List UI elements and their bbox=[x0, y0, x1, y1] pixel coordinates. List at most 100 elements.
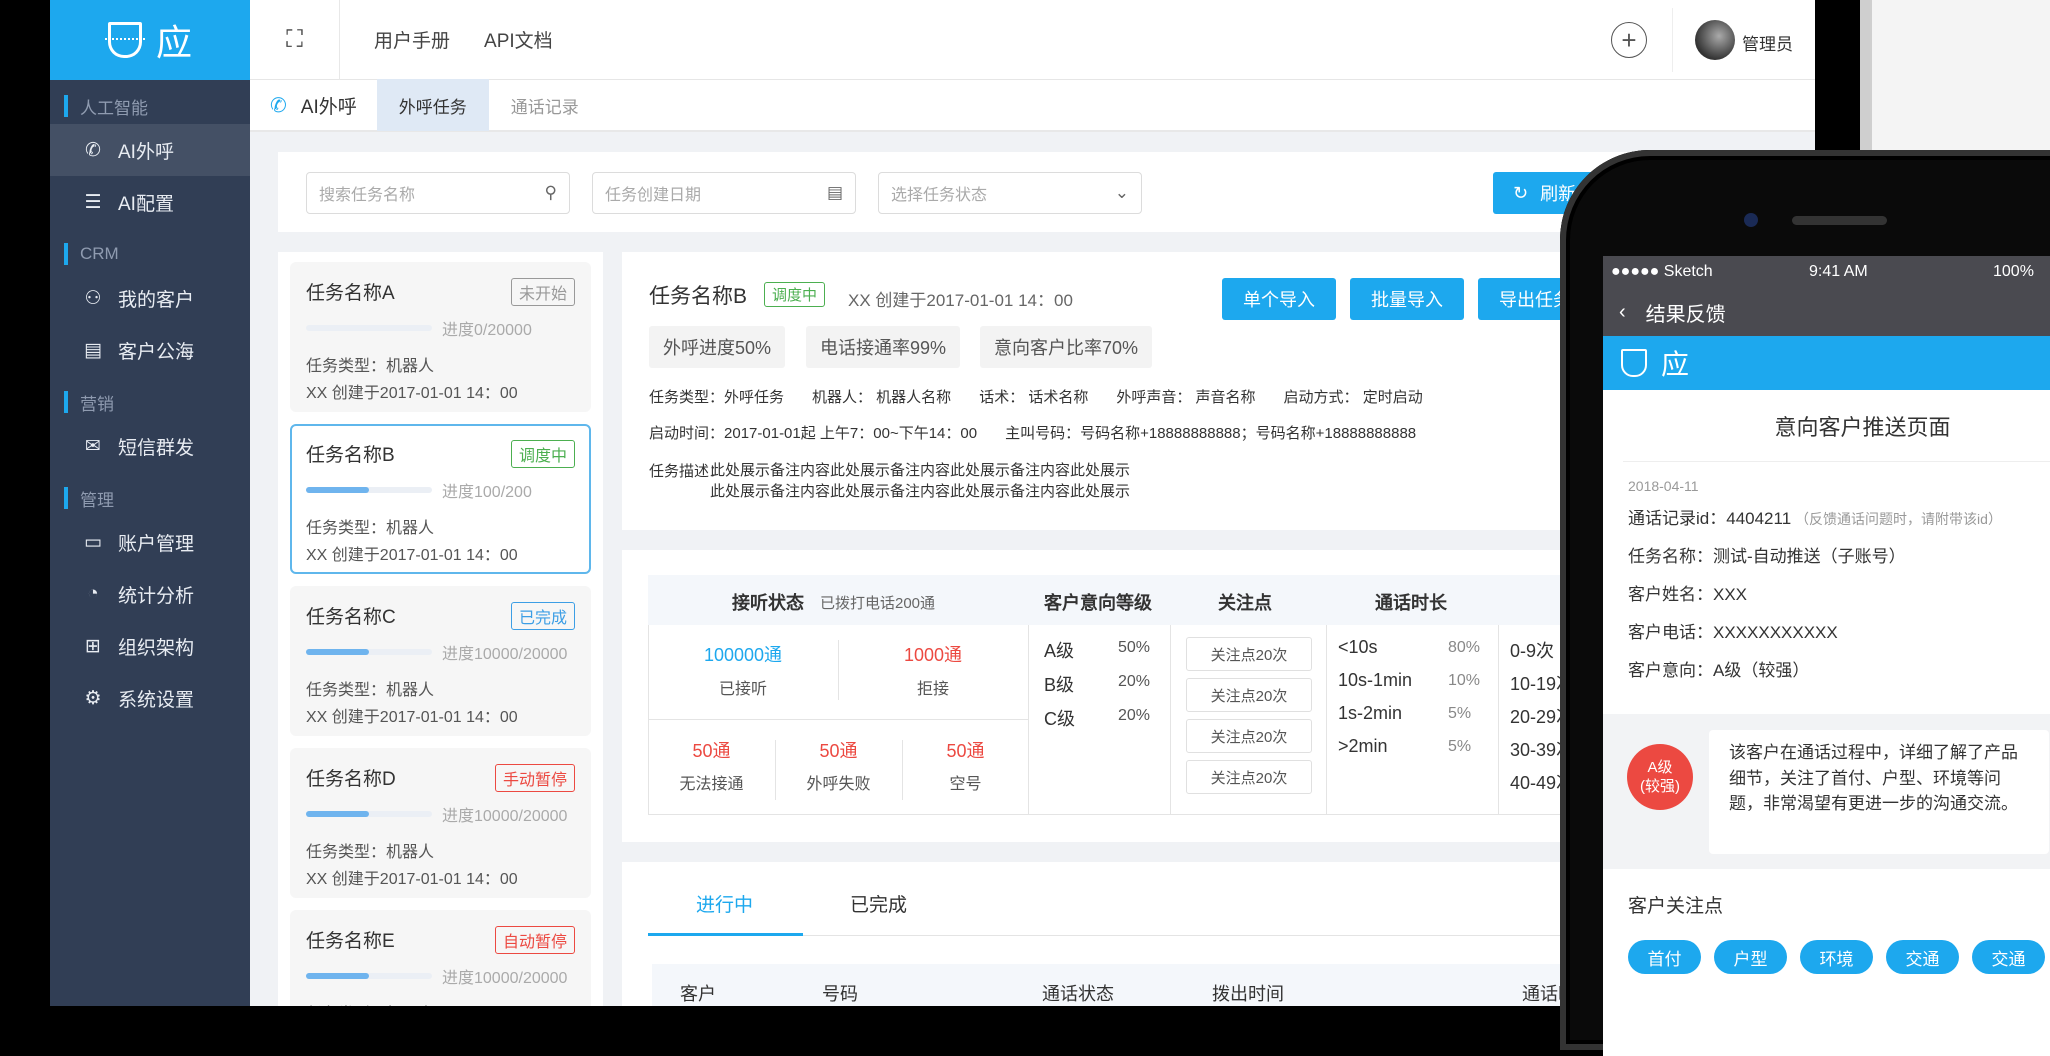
list-icon: ▤ bbox=[84, 339, 102, 361]
carrier: ●●●●● Sketch bbox=[1611, 263, 1713, 280]
api-docs-link[interactable]: API文档 bbox=[484, 26, 553, 53]
rounds-range: 0-9次 bbox=[1510, 641, 1555, 661]
search-input[interactable]: 搜索任务名称 ⚲ bbox=[306, 172, 570, 214]
duration-range: >2min bbox=[1338, 736, 1388, 756]
logo[interactable]: 应 bbox=[50, 0, 250, 80]
camera-icon bbox=[1744, 213, 1758, 227]
speaker-icon bbox=[1792, 216, 1887, 225]
sidebar-item[interactable]: ✉ 短信群发 bbox=[50, 420, 250, 472]
divider bbox=[1498, 625, 1499, 815]
column-header[interactable]: 拨出时间 bbox=[1212, 980, 1284, 1006]
detail-status-badge: 调度中 bbox=[764, 282, 826, 307]
info-row: 任务名称：测试-自动推送（子账号） bbox=[1628, 542, 2050, 567]
status-select[interactable]: 选择任务状态 ⌄ bbox=[878, 172, 1142, 214]
info-value: 测试-自动推送（子账号） bbox=[1713, 547, 1906, 566]
tab-outbound-tasks[interactable]: 外呼任务 bbox=[376, 79, 489, 131]
date-input[interactable]: 任务创建日期 ▤ bbox=[592, 172, 856, 214]
description-line: 此处展示备注内容此处展示备注内容此处展示备注内容此处展示 bbox=[710, 483, 1131, 500]
progress-bar bbox=[306, 811, 432, 817]
answer-label: 已接听 bbox=[718, 681, 767, 698]
info-value: XXX bbox=[1713, 585, 1748, 604]
focus-chip[interactable]: 交通 bbox=[1886, 940, 1959, 974]
info-label: 客户姓名： bbox=[1628, 585, 1713, 604]
focus-chip[interactable]: 首付 bbox=[1628, 940, 1701, 974]
phone-nav-bar: ‹ 结果反馈 bbox=[1603, 288, 2050, 336]
task-status-badge: 自动暂停 bbox=[494, 926, 575, 954]
back-icon[interactable]: ‹ bbox=[1619, 301, 1626, 324]
fullscreen-icon[interactable]: ⛶ bbox=[250, 0, 340, 80]
answer-label: 无法接通 bbox=[679, 776, 744, 793]
focus-point-button[interactable]: 关注点20次 bbox=[1186, 678, 1312, 712]
sidebar-item[interactable]: ⊞ 组织架构 bbox=[50, 620, 250, 672]
summary-text: 该客户在通话过程中，详细了解了产品细节，关注了首付、户型、环境等问题，非常渴望有… bbox=[1709, 730, 2049, 854]
task-card[interactable]: 任务名称E自动暂停进度10000/20000任务类型：机器人XX 创建于2017… bbox=[290, 910, 591, 1006]
sidebar-item[interactable]: ✆ AI外呼 bbox=[50, 124, 250, 176]
task-type: 任务类型：外呼任务 bbox=[649, 389, 785, 406]
progress-text: 进度100/200 bbox=[442, 484, 532, 501]
focus-point-button[interactable]: 关注点20次 bbox=[1186, 760, 1312, 794]
progress-fill bbox=[306, 649, 369, 655]
answer-count: 50通 bbox=[946, 741, 985, 761]
progress-fill bbox=[306, 487, 369, 493]
sidebar-item[interactable]: ▤ 客户公海 bbox=[50, 324, 250, 376]
focus-point-button[interactable]: 关注点20次 bbox=[1186, 719, 1312, 753]
focus-point-button[interactable]: 关注点20次 bbox=[1186, 637, 1312, 671]
task-type: 任务类型：机器人 bbox=[306, 358, 435, 375]
sidebar-item[interactable]: ◔ 统计分析 bbox=[50, 568, 250, 620]
gear-icon: ⚙ bbox=[84, 687, 102, 709]
module-title: ✆ AI外呼 bbox=[250, 79, 377, 131]
search-placeholder: 搜索任务名称 bbox=[319, 187, 416, 204]
level-line: A级 bbox=[1647, 758, 1673, 776]
task-card[interactable]: 任务名称B 调度中 进度100/200 任务类型：机器人 XX 创建于2017-01-0… bbox=[290, 424, 591, 574]
info-note: （反馈通话问题时，请附带该id） bbox=[1791, 511, 2002, 527]
start-mode: 启动方式： 定时启动 bbox=[1283, 389, 1423, 406]
user-name[interactable]: 管理员 bbox=[1742, 30, 1793, 55]
info-row: 客户姓名：XXX bbox=[1628, 580, 2050, 605]
sidebar-item-label: 系统设置 bbox=[118, 689, 195, 711]
mail-icon: ✉ bbox=[85, 435, 101, 457]
search-icon: ⚲ bbox=[544, 183, 557, 202]
progress-text: 进度10000/20000 bbox=[442, 646, 568, 663]
task-card[interactable]: 任务名称C 已完成 进度10000/20000 任务类型：机器人 XX 创建于2017-… bbox=[290, 586, 591, 736]
logo-mark-icon bbox=[104, 22, 145, 58]
column-header[interactable]: 号码 bbox=[822, 980, 858, 1006]
logo-text: 应 bbox=[155, 22, 192, 63]
detail-row-info: 任务类型：外呼任务 机器人： 机器人名称 话术： 话术名称 外呼声音： 声音名称 启动方… bbox=[649, 386, 1451, 407]
task-status-badge: 调度中 bbox=[510, 440, 575, 468]
user-manual-link[interactable]: 用户手册 bbox=[374, 26, 450, 53]
progress-bar bbox=[306, 973, 432, 979]
intent-level: A级 bbox=[1044, 641, 1075, 661]
focus-chip[interactable]: 户型 bbox=[1714, 940, 1787, 974]
focus-chip[interactable]: 环境 bbox=[1800, 940, 1873, 974]
single-import-button[interactable]: 单个导入 bbox=[1222, 278, 1336, 320]
add-icon[interactable]: + bbox=[1611, 22, 1647, 58]
answer-label: 空号 bbox=[949, 776, 982, 793]
section-marker bbox=[64, 243, 68, 265]
users-icon: ⚇ bbox=[84, 287, 102, 309]
task-card[interactable]: 任务名称D 手动暂停 进度10000/20000 任务类型：机器人 XX 创建于2017… bbox=[290, 748, 591, 898]
column-header[interactable]: 通话状态 bbox=[1042, 980, 1114, 1006]
column-header[interactable]: 客户 bbox=[680, 980, 716, 1006]
sidebar-item[interactable]: ▭ 账户管理 bbox=[50, 516, 250, 568]
tab-completed[interactable]: 已完成 bbox=[850, 890, 907, 917]
task-card[interactable]: 任务名称A 未开始 进度0/20000 任务类型：机器人 XX 创建于2017-01-0… bbox=[290, 262, 591, 412]
progress-fill bbox=[306, 811, 369, 817]
avatar[interactable] bbox=[1695, 20, 1735, 60]
task-type: 任务类型：机器人 bbox=[306, 682, 435, 699]
duration-pct: 80% bbox=[1448, 639, 1481, 656]
task-type: 任务类型：机器人 bbox=[306, 844, 435, 861]
section-label: 管理 bbox=[80, 490, 114, 510]
batch-import-button[interactable]: 批量导入 bbox=[1350, 278, 1464, 320]
section-label: 人工智能 bbox=[80, 98, 148, 118]
duration-pct: 10% bbox=[1448, 672, 1481, 689]
tab-call-records[interactable]: 通话记录 bbox=[489, 79, 601, 131]
status-bar: ●●●●● Sketch 9:41 AM 100% bbox=[1603, 256, 2050, 288]
tab-in-progress[interactable]: 进行中 bbox=[696, 890, 753, 917]
focus-chip[interactable]: 交通 bbox=[1972, 940, 2045, 974]
section-label: 营销 bbox=[80, 394, 114, 414]
task-status-badge: 已完成 bbox=[510, 602, 575, 630]
chevron-down-icon: ⌄ bbox=[1114, 183, 1129, 202]
sidebar-item[interactable]: ⚇ 我的客户 bbox=[50, 272, 250, 324]
sidebar-item[interactable]: ☰ AI配置 bbox=[50, 176, 250, 228]
sidebar-item[interactable]: ⚙ 系统设置 bbox=[50, 672, 250, 724]
